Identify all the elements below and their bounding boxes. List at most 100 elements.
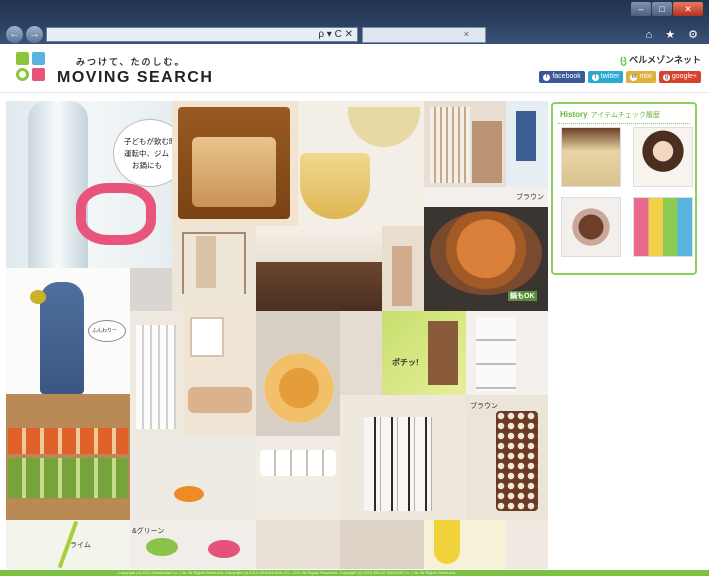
googleplus-icon: g [662, 73, 670, 81]
heater-image [136, 325, 176, 429]
figure-image [516, 111, 536, 161]
product-tile-hooks[interactable] [340, 520, 424, 569]
site-header: みつけて、たのしむ。 MOVING SEARCH ც ベルメゾンネット f fac… [0, 44, 709, 93]
product-tile-bedroom[interactable] [184, 311, 256, 436]
bubble-text: 子どもが飲む時 [124, 137, 172, 146]
product-tile-label[interactable]: ブラウン [424, 187, 548, 207]
kettle-image [30, 290, 46, 304]
product-tile-figure[interactable] [506, 101, 548, 187]
product-tile-teapot[interactable] [506, 520, 548, 569]
product-tile-flowers[interactable] [130, 436, 256, 520]
tile-label: ふんわりー [92, 328, 118, 334]
bubble-text: お鍋にも [132, 161, 162, 170]
tray-image [264, 353, 334, 423]
bottle-image [28, 101, 88, 268]
product-tile-heater[interactable] [130, 311, 184, 436]
share-buttons: f facebook t twitter m mixi g google+ [539, 71, 701, 83]
history-divider [558, 123, 690, 124]
share-label: mixi [639, 73, 652, 80]
product-tile-counter[interactable] [256, 226, 382, 311]
mixi-icon: m [630, 73, 638, 81]
twitter-icon: t [591, 73, 599, 81]
facebook-icon: f [543, 73, 551, 81]
history-subtitle: アイテムチェック履歴 [590, 112, 660, 119]
tile-label: &グリーン [132, 528, 165, 535]
towel-image [472, 121, 502, 183]
towel-image [196, 236, 216, 288]
product-tile-rug[interactable] [6, 394, 130, 520]
product-tile-bowls[interactable] [298, 101, 424, 226]
footer: Copyright (c) 2013 Senshukai Co., Ltd. A… [0, 570, 709, 576]
site-title[interactable]: MOVING SEARCH [57, 69, 213, 87]
googleplus-button[interactable]: g google+ [658, 71, 701, 83]
product-tile-towels[interactable] [424, 101, 506, 187]
minimize-button[interactable]: – [631, 2, 651, 16]
counter-image [256, 262, 382, 311]
browser-tab[interactable]: × [362, 27, 486, 43]
product-tile-dress[interactable]: ふんわりー [6, 268, 130, 394]
share-label: google+ [671, 73, 697, 80]
history-item[interactable] [561, 197, 621, 257]
share-label: facebook [552, 73, 581, 80]
history-item[interactable] [633, 197, 693, 257]
product-mosaic: 子どもが飲む時 運転中、ジム お鍋にも ブラウン 鍋もOK ふんわりー ポチッ!… [6, 101, 548, 569]
close-window-button[interactable]: ✕ [673, 2, 703, 16]
mixi-button[interactable]: m mixi [626, 71, 656, 83]
speech-bubble: 子どもが飲む時 運転中、ジム お鍋にも [113, 119, 172, 187]
product-tile-pochi[interactable]: ポチッ! [382, 311, 466, 395]
logo-square [32, 52, 45, 65]
product-tile-legs[interactable] [382, 226, 424, 311]
product-tile-ramen[interactable]: 鍋もOK [424, 207, 548, 311]
tile-label: ライム [70, 542, 91, 549]
product-tile-breadbox[interactable] [172, 101, 298, 226]
address-tools[interactable]: ρ ▾ C ✕ [318, 28, 353, 41]
twitter-button[interactable]: t twitter [587, 71, 624, 83]
bin-image [496, 411, 538, 511]
product-tile-banana[interactable] [424, 520, 506, 569]
maximize-button[interactable]: □ [652, 2, 672, 16]
logo-square [16, 52, 29, 65]
product-tile-phones[interactable] [340, 311, 382, 395]
ramen-image [430, 211, 542, 295]
company-logo[interactable]: ც ベルメゾンネット [620, 53, 701, 66]
logo[interactable] [16, 52, 48, 84]
product-tile-rack[interactable] [172, 226, 256, 311]
history-item[interactable] [633, 127, 693, 187]
bubble-text: 運転中、ジム [124, 149, 169, 158]
forward-button[interactable]: → [26, 26, 43, 43]
product-tile-rolls[interactable] [256, 436, 340, 520]
towel-image [430, 107, 470, 183]
tile-label: ブラウン [516, 194, 544, 201]
company-name: ベルメゾンネット [629, 55, 701, 65]
dress-image [40, 282, 84, 394]
tagline: みつけて、たのしむ。 [76, 57, 186, 67]
product-tile-mop[interactable]: ライム [6, 520, 130, 569]
tab-close-icon[interactable]: × [464, 29, 469, 39]
product-tile-kitchen-towel[interactable] [340, 395, 466, 520]
product-tile-drawers[interactable] [466, 311, 548, 395]
toolbar-icons[interactable]: ⌂ ★ ⚙ [646, 28, 703, 41]
browser-chrome: – □ ✕ ← → ρ ▾ C ✕ × ⌂ ★ ⚙ [0, 0, 709, 44]
product-tile-tray[interactable] [256, 311, 340, 436]
rug-image [8, 458, 128, 498]
drawers-image [476, 317, 516, 391]
back-button[interactable]: ← [6, 26, 23, 43]
address-bar[interactable]: ρ ▾ C ✕ [46, 27, 358, 42]
product-tile-sponge[interactable] [130, 268, 172, 311]
bowl-image [348, 107, 420, 147]
bread-image [192, 137, 276, 207]
rug-image [8, 428, 128, 454]
history-item[interactable] [561, 127, 621, 187]
towel-image [364, 417, 432, 511]
facebook-button[interactable]: f facebook [539, 71, 585, 83]
product-tile-bottle[interactable]: 子どもが飲む時 運転中、ジム お鍋にも [6, 101, 172, 268]
product-tile-green-flowers[interactable]: &グリーン [130, 520, 256, 569]
history-heading: History [560, 110, 588, 119]
product-tile-hanger[interactable] [256, 520, 340, 569]
banana-image [434, 520, 460, 564]
tile-label: ポチッ! [392, 358, 419, 367]
product-tile-bin[interactable]: ブラウン [466, 395, 548, 520]
copyright-text: Copyright (c) 2013 Senshukai Co., Ltd. A… [118, 570, 457, 575]
share-label: twitter [600, 73, 620, 80]
flower-image [146, 538, 178, 556]
